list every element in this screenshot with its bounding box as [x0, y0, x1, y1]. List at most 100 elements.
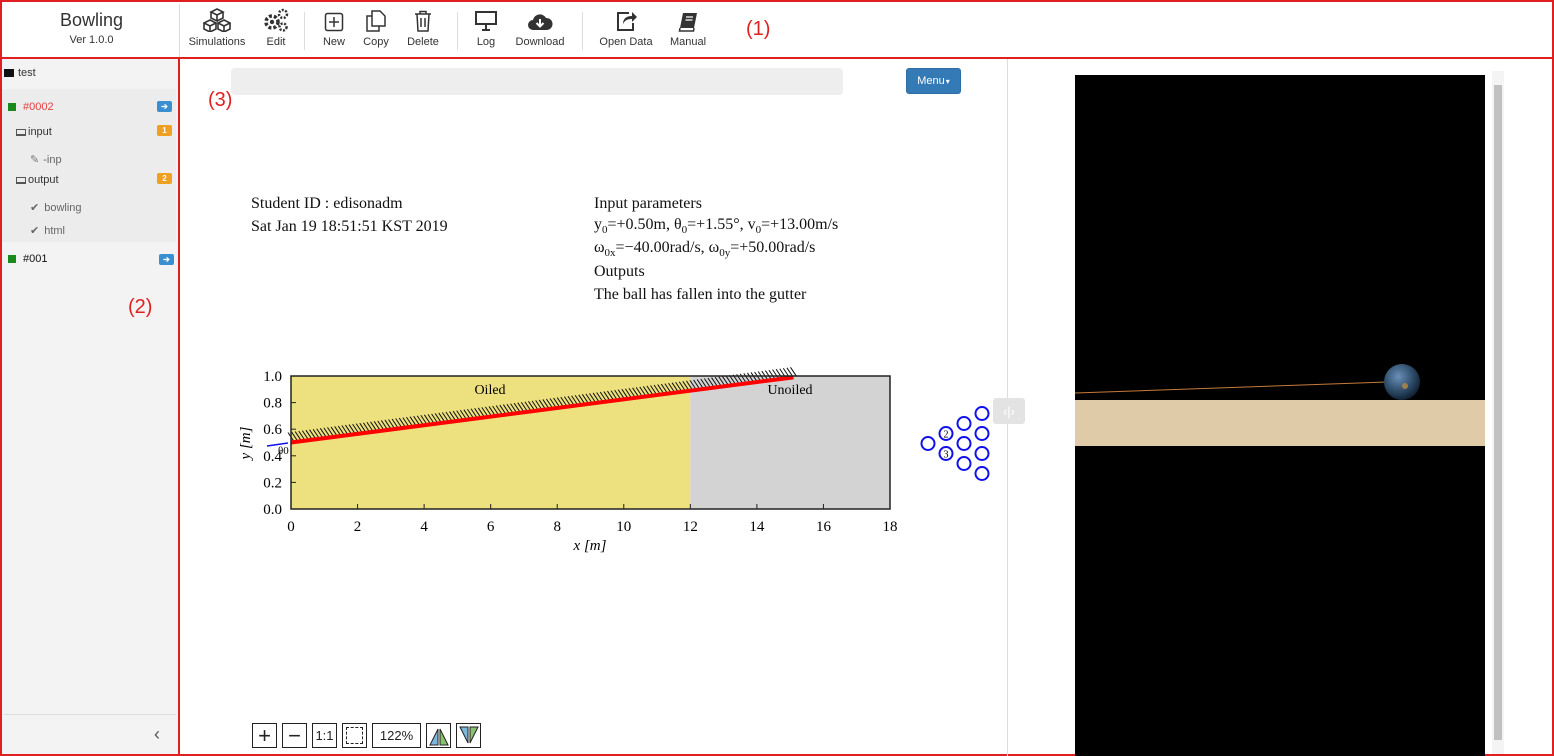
open-data-label: Open Data — [599, 36, 653, 48]
chevron-left-icon[interactable]: ‹ — [154, 724, 160, 745]
region-label-oiled: Oiled — [474, 383, 505, 398]
job-item-0002[interactable]: #0002 — [8, 101, 182, 113]
edit-label: Edit — [266, 36, 286, 48]
y-tick-label: 0.6 — [263, 422, 282, 438]
date-text: Sat Jan 19 18:51:51 KST 2019 — [251, 218, 448, 235]
share-icon — [598, 4, 654, 32]
scene-scrollbar[interactable] — [1492, 71, 1504, 754]
flip-vertical-icon — [458, 726, 479, 743]
zoom-in-button[interactable]: + — [252, 723, 277, 748]
x-tick-label: 16 — [816, 519, 832, 535]
output-count-badge: 2 — [157, 173, 172, 184]
app-brand: Bowling Ver 1.0.0 — [4, 4, 180, 57]
main-panel: Menu ▾ (3) Student ID : edisonadm Sat Jan… — [178, 57, 1554, 756]
x-tick-label: 0 — [287, 519, 295, 535]
output-file-label: html — [44, 224, 65, 237]
job-status-icon — [8, 103, 16, 111]
sidebar-collapse-bar: ‹ — [4, 714, 176, 754]
theta-annotation: θ0 — [278, 445, 289, 457]
simulations-label: Simulations — [188, 36, 246, 48]
sidebar-callout: (2) — [128, 296, 153, 318]
manual-button[interactable]: Manual — [668, 4, 708, 54]
zoom-toolbar: + − 1:1 122% — [252, 723, 481, 749]
outputs-header: Outputs — [594, 263, 645, 280]
bowling-3d-view[interactable] — [1075, 75, 1485, 756]
flip-horizontal-icon — [428, 728, 449, 745]
edit-file-icon: ✎ — [30, 154, 40, 166]
book-icon — [668, 4, 708, 32]
open-data-button[interactable]: Open Data — [598, 4, 654, 54]
input-params-header: Input parameters — [594, 195, 702, 212]
job-0002-block: #0002 ➔ input 1 ✎ -inp output 2 ✔ bowlin… — [2, 89, 176, 242]
toolbar-divider — [457, 12, 458, 50]
x-tick-label: 12 — [683, 519, 698, 535]
region-label-unoiled: Unoiled — [767, 383, 812, 398]
flip-horizontal-button[interactable] — [426, 723, 451, 748]
menu-button[interactable]: Menu ▾ — [906, 68, 961, 94]
menu-label: Menu — [917, 75, 945, 87]
pin-label: 3 — [944, 450, 949, 461]
job-status-icon — [8, 255, 16, 263]
y-tick-label: 1.0 — [263, 369, 282, 385]
bowling-pin — [974, 446, 990, 461]
toolbar-callout: (1) — [746, 18, 771, 40]
gears-icon — [259, 4, 293, 32]
toolbar-divider — [304, 12, 305, 50]
input-count-badge: 1 — [157, 125, 172, 136]
delete-label: Delete — [407, 36, 439, 48]
output-file-label: bowling — [44, 201, 82, 214]
input-file-label: -inp — [43, 153, 62, 166]
path-bar[interactable] — [231, 68, 843, 95]
log-button[interactable]: Log — [472, 4, 500, 54]
tree-root-test[interactable]: test — [4, 67, 178, 79]
job-open-arrow-icon[interactable]: ➔ — [157, 101, 172, 112]
manual-label: Manual — [669, 36, 707, 48]
job-open-arrow-icon[interactable]: ➔ — [159, 254, 174, 265]
check-icon: ✔ — [30, 202, 40, 214]
top-toolbar: Bowling Ver 1.0.0 Simulations Edit New C… — [0, 0, 1554, 59]
copy-button[interactable]: Copy — [360, 4, 392, 54]
cloud-download-icon — [513, 4, 567, 32]
fit-icon — [346, 727, 363, 744]
output-folder-label: output — [28, 174, 59, 186]
job-id: #0002 — [23, 101, 54, 113]
ball-trail — [1075, 381, 1388, 394]
bowling-pin — [920, 436, 936, 451]
fit-screen-button[interactable] — [342, 723, 367, 748]
caret-down-icon: ▾ — [945, 76, 950, 86]
cubes-icon — [188, 4, 246, 32]
project-tree-sidebar: test #0002 ➔ input 1 ✎ -inp output 2 ✔ b… — [0, 57, 180, 756]
bowling-pin — [956, 436, 972, 451]
folder-icon — [4, 69, 14, 77]
app-version: Ver 1.0.0 — [69, 34, 114, 46]
x-tick-label: 18 — [883, 519, 898, 535]
x-tick-label: 14 — [749, 519, 765, 535]
actual-size-button[interactable]: 1:1 — [312, 723, 337, 748]
log-label: Log — [476, 36, 496, 48]
resize-arrows-icon: ‹|› — [1002, 403, 1016, 419]
x-tick-label: 4 — [420, 519, 428, 535]
job-item-001[interactable]: #001 — [8, 253, 182, 265]
toolbar-divider — [582, 12, 583, 50]
simulations-button[interactable]: Simulations — [188, 4, 246, 54]
outputs-text: The ball has fallen into the gutter — [594, 286, 807, 303]
zoom-level-field[interactable]: 122% — [372, 723, 421, 748]
zoom-out-button[interactable]: − — [282, 723, 307, 748]
trajectory-chart: 0 2 4 6 8 10 12 14 16 18 0.00.20.40.60.81.0 x [m]… — [238, 367, 990, 554]
y-tick-label: 0.8 — [263, 396, 282, 412]
split-resize-handle[interactable]: ‹|› — [993, 398, 1025, 424]
new-button[interactable]: New — [320, 4, 348, 54]
scrollbar-thumb[interactable] — [1494, 85, 1502, 740]
download-button[interactable]: Download — [513, 4, 567, 54]
bowling-ball — [1384, 364, 1420, 400]
bowling-pin — [974, 466, 990, 481]
student-id-text: Student ID : edisonadm — [251, 195, 403, 212]
x-tick-label: 8 — [553, 519, 561, 535]
x-tick-label: 6 — [487, 519, 495, 535]
input-params-line-2: ω0x=−40.00rad/s, ω0y=+50.00rad/s — [594, 239, 816, 260]
app-title: Bowling — [59, 10, 124, 30]
flip-vertical-button[interactable] — [456, 723, 481, 748]
plus-square-icon — [320, 4, 348, 32]
delete-button[interactable]: Delete — [404, 4, 442, 54]
edit-button[interactable]: Edit — [259, 4, 293, 54]
